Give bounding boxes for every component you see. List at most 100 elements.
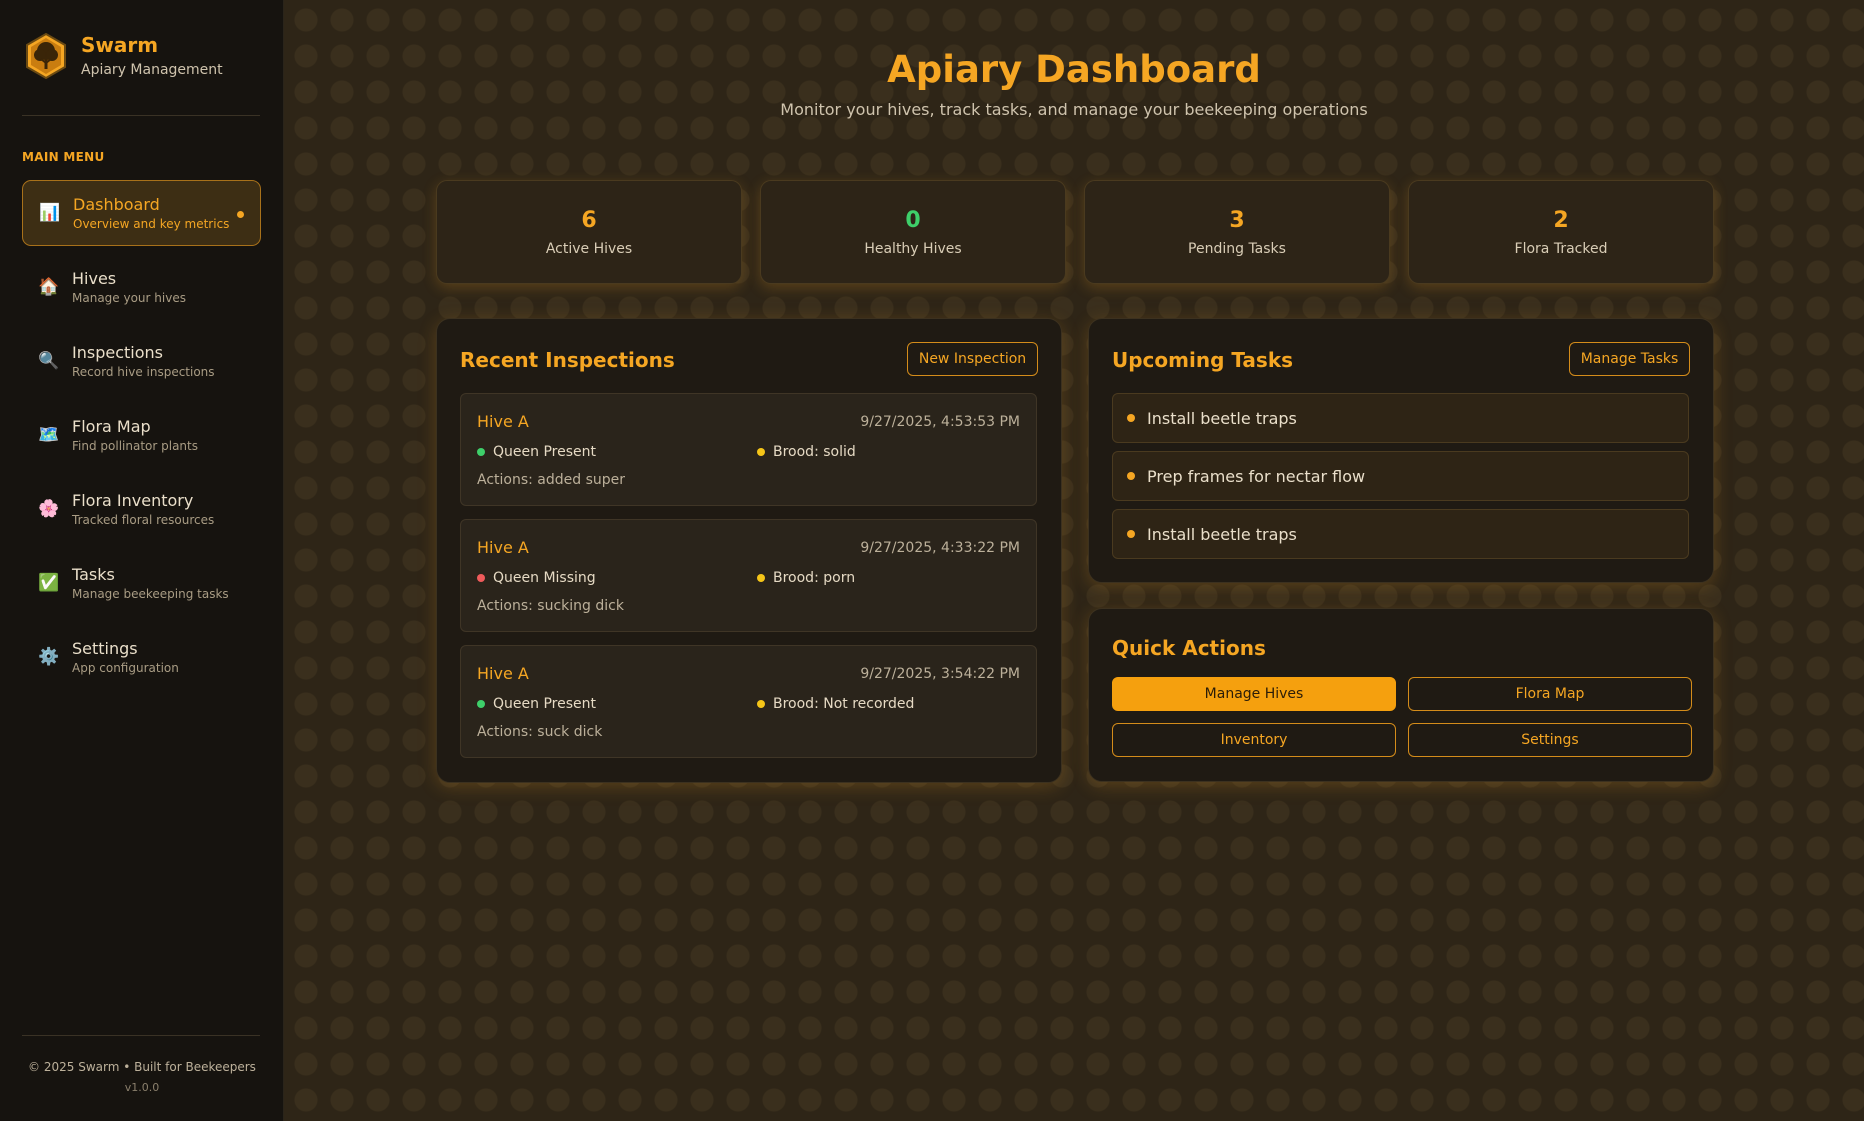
page-title: Apiary Dashboard bbox=[887, 48, 1261, 91]
map-icon: 🗺️ bbox=[38, 425, 60, 445]
recent-inspections-panel: Recent Inspections New Inspection Hive A… bbox=[436, 318, 1062, 783]
sidebar-item-flora-inventory[interactable]: 🌸 Flora Inventory Tracked floral resourc… bbox=[22, 476, 261, 542]
checkmark-icon: ✅ bbox=[38, 573, 60, 593]
sidebar-item-description: Manage beekeeping tasks bbox=[72, 586, 229, 601]
sidebar-item-description: Overview and key metrics bbox=[73, 216, 230, 231]
task-text: Prep frames for nectar flow bbox=[1147, 466, 1366, 486]
stat-value: 0 bbox=[905, 208, 921, 233]
brood-status-text: Brood: Not recorded bbox=[773, 696, 915, 712]
brood-status: Brood: solid bbox=[757, 444, 856, 460]
inspection-date: 9/27/2025, 4:33:22 PM bbox=[860, 540, 1020, 556]
stat-label: Pending Tasks bbox=[1188, 241, 1286, 257]
gear-icon: ⚙️ bbox=[38, 647, 60, 667]
manage-hives-button[interactable]: Manage Hives bbox=[1112, 677, 1396, 711]
sidebar-item-label: Dashboard bbox=[73, 194, 160, 214]
house-icon: 🏠 bbox=[38, 277, 60, 297]
sidebar-item-description: Tracked floral resources bbox=[72, 512, 215, 527]
queen-status: Queen Present bbox=[477, 696, 596, 712]
stat-card-flora-tracked: 2 Flora Tracked bbox=[1408, 180, 1714, 284]
task-item[interactable]: Install beetle traps bbox=[1112, 509, 1689, 559]
stat-card-active-hives: 6 Active Hives bbox=[436, 180, 742, 284]
upcoming-tasks-panel: Upcoming Tasks Manage Tasks Install beet… bbox=[1088, 318, 1714, 583]
sidebar-item-flora-map[interactable]: 🗺️ Flora Map Find pollinator plants bbox=[22, 402, 261, 468]
brood-status-text: Brood: porn bbox=[773, 570, 856, 586]
manage-tasks-button[interactable]: Manage Tasks bbox=[1569, 342, 1690, 376]
inspection-actions: Actions: added super bbox=[477, 472, 626, 488]
status-dot bbox=[757, 700, 765, 708]
inspection-card[interactable]: Hive A 9/27/2025, 4:53:53 PM Queen Prese… bbox=[460, 393, 1037, 506]
sidebar-footer: © 2025 Swarm • Built for Beekeepers bbox=[28, 1060, 256, 1074]
brand[interactable]: Swarm Apiary Management bbox=[25, 32, 223, 80]
stat-label: Active Hives bbox=[545, 241, 633, 257]
sidebar-item-description: App configuration bbox=[72, 660, 179, 675]
inventory-button[interactable]: Inventory bbox=[1112, 723, 1396, 757]
page-subtitle: Monitor your hives, track tasks, and man… bbox=[780, 100, 1368, 119]
status-dot bbox=[757, 448, 765, 456]
inspection-hive-name: Hive A bbox=[477, 538, 529, 557]
new-inspection-button[interactable]: New Inspection bbox=[907, 342, 1038, 376]
stat-card-pending-tasks: 3 Pending Tasks bbox=[1084, 180, 1390, 284]
sidebar-item-label: Inspections bbox=[72, 342, 163, 362]
inspection-card[interactable]: Hive A 9/27/2025, 4:33:22 PM Queen Missi… bbox=[460, 519, 1037, 632]
status-dot bbox=[477, 700, 485, 708]
stat-value: 2 bbox=[1553, 208, 1569, 233]
sidebar-item-description: Manage your hives bbox=[72, 290, 186, 305]
panel-title: Quick Actions bbox=[1112, 636, 1266, 660]
sidebar-item-tasks[interactable]: ✅ Tasks Manage beekeeping tasks bbox=[22, 550, 261, 616]
inspection-date: 9/27/2025, 4:53:53 PM bbox=[860, 414, 1020, 430]
task-text: Install beetle traps bbox=[1147, 524, 1297, 544]
quick-actions-panel: Quick Actions Manage Hives Flora Map Inv… bbox=[1088, 608, 1714, 782]
sidebar: Swarm Apiary Management MAIN MENU 📊 Dash… bbox=[0, 0, 284, 1121]
active-indicator bbox=[237, 211, 244, 218]
blossom-icon: 🌸 bbox=[38, 499, 60, 519]
panel-title: Recent Inspections bbox=[460, 348, 675, 372]
queen-status: Queen Missing bbox=[477, 570, 596, 586]
task-item[interactable]: Install beetle traps bbox=[1112, 393, 1689, 443]
queen-status-text: Queen Present bbox=[493, 696, 596, 712]
inspection-hive-name: Hive A bbox=[477, 412, 529, 431]
stat-label: Healthy Hives bbox=[864, 241, 962, 257]
queen-status-text: Queen Missing bbox=[493, 570, 596, 586]
stat-label: Flora Tracked bbox=[1514, 241, 1608, 257]
tree-logo-icon bbox=[26, 33, 66, 79]
sidebar-footer-divider bbox=[22, 1035, 260, 1036]
stat-value: 3 bbox=[1229, 208, 1245, 233]
flora-map-button[interactable]: Flora Map bbox=[1408, 677, 1692, 711]
sidebar-item-label: Flora Inventory bbox=[72, 490, 194, 510]
sidebar-item-label: Hives bbox=[72, 268, 117, 288]
menu-section-label: MAIN MENU bbox=[22, 150, 105, 164]
status-dot bbox=[477, 448, 485, 456]
task-bullet bbox=[1127, 414, 1135, 422]
sidebar-item-settings[interactable]: ⚙️ Settings App configuration bbox=[22, 624, 261, 690]
magnifier-icon: 🔍 bbox=[38, 351, 60, 371]
bar-chart-icon: 📊 bbox=[39, 203, 61, 223]
sidebar-item-label: Flora Map bbox=[72, 416, 151, 436]
sidebar-item-description: Record hive inspections bbox=[72, 364, 215, 379]
brand-name: Swarm bbox=[81, 33, 159, 57]
task-item[interactable]: Prep frames for nectar flow bbox=[1112, 451, 1689, 501]
settings-button[interactable]: Settings bbox=[1408, 723, 1692, 757]
task-text: Install beetle traps bbox=[1147, 408, 1297, 428]
sidebar-item-dashboard[interactable]: 📊 Dashboard Overview and key metrics bbox=[22, 180, 261, 246]
sidebar-item-label: Settings bbox=[72, 638, 138, 658]
task-bullet bbox=[1127, 530, 1135, 538]
sidebar-item-description: Find pollinator plants bbox=[72, 438, 198, 453]
panel-title: Upcoming Tasks bbox=[1112, 348, 1294, 372]
sidebar-item-inspections[interactable]: 🔍 Inspections Record hive inspections bbox=[22, 328, 261, 394]
inspection-date: 9/27/2025, 3:54:22 PM bbox=[860, 666, 1020, 682]
task-bullet bbox=[1127, 472, 1135, 480]
stat-card-healthy-hives: 0 Healthy Hives bbox=[760, 180, 1066, 284]
brand-subtitle: Apiary Management bbox=[81, 62, 223, 78]
inspection-actions: Actions: sucking dick bbox=[477, 598, 624, 614]
sidebar-divider bbox=[22, 115, 260, 116]
queen-status-text: Queen Present bbox=[493, 444, 596, 460]
inspection-card[interactable]: Hive A 9/27/2025, 3:54:22 PM Queen Prese… bbox=[460, 645, 1037, 758]
status-dot bbox=[757, 574, 765, 582]
sidebar-item-hives[interactable]: 🏠 Hives Manage your hives bbox=[22, 254, 261, 320]
brood-status: Brood: porn bbox=[757, 570, 855, 586]
sidebar-item-label: Tasks bbox=[72, 564, 115, 584]
brood-status: Brood: Not recorded bbox=[757, 696, 914, 712]
inspection-actions: Actions: suck dick bbox=[477, 724, 603, 740]
brood-status-text: Brood: solid bbox=[773, 444, 856, 460]
stat-value: 6 bbox=[581, 208, 597, 233]
